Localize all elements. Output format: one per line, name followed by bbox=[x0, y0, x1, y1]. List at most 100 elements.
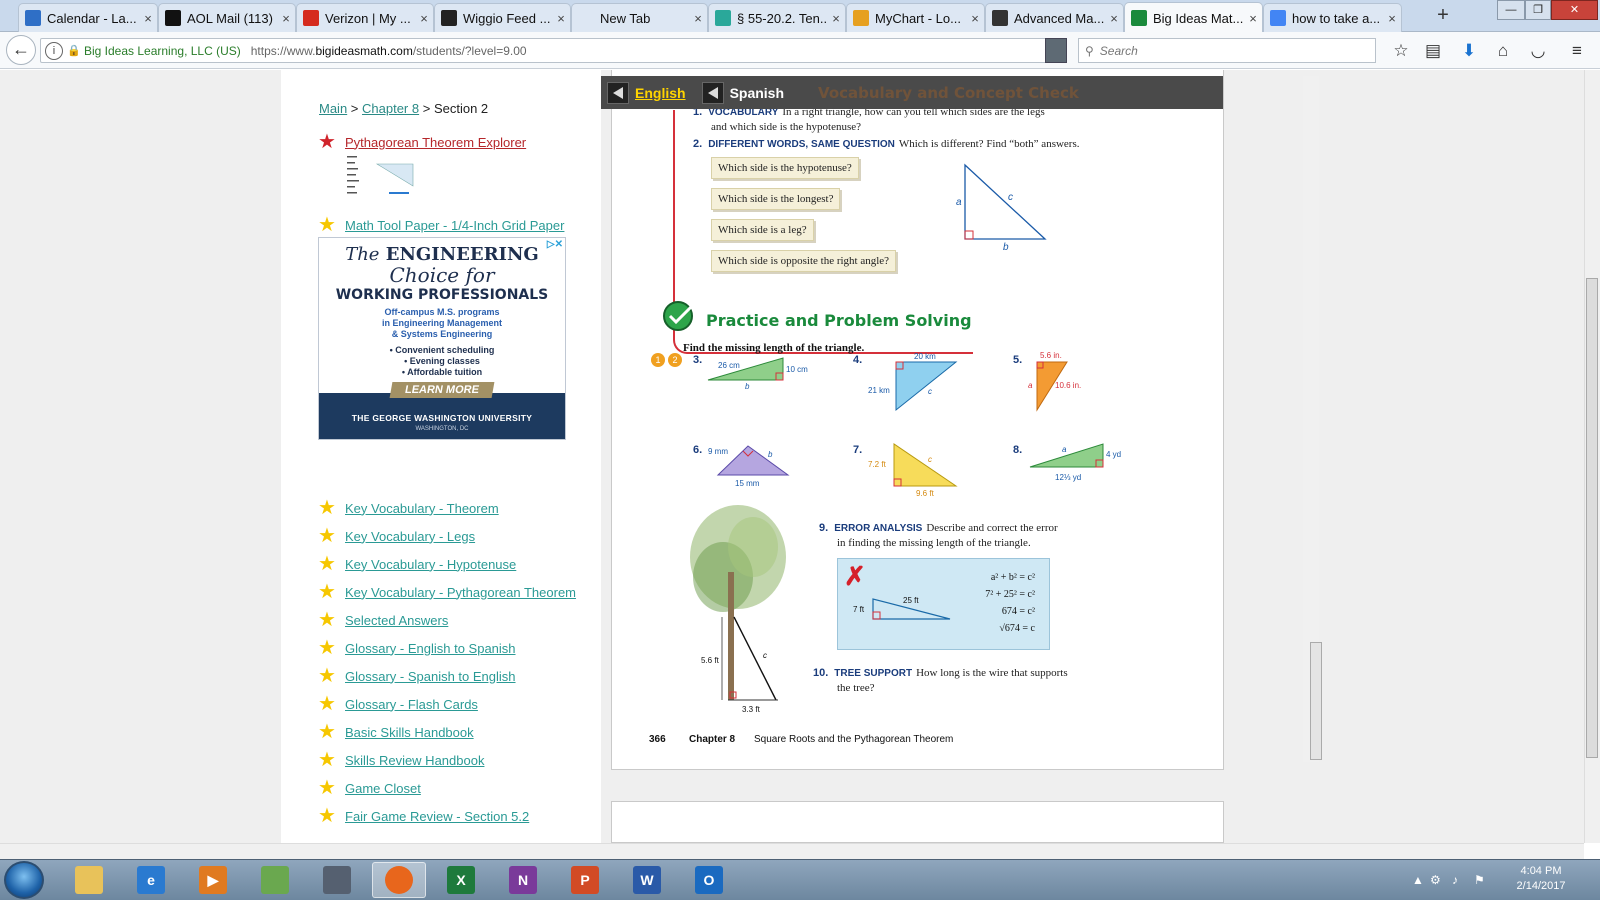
sidebar-link[interactable]: ★ Key Vocabulary - Theorem bbox=[317, 498, 499, 518]
taskbar-onenote[interactable]: N bbox=[496, 862, 550, 898]
browser-tab[interactable]: how to take a... × bbox=[1263, 3, 1402, 32]
taskbar-internet-explorer[interactable]: e bbox=[124, 862, 178, 898]
page-scrollbar-thumb[interactable] bbox=[1586, 278, 1598, 758]
sidebar-link-label[interactable]: Basic Skills Handbook bbox=[345, 725, 474, 740]
taskbar-word[interactable]: W bbox=[620, 862, 674, 898]
taskbar-media-player[interactable]: ▶ bbox=[186, 862, 240, 898]
sidebar-link[interactable]: ★ Basic Skills Handbook bbox=[317, 722, 474, 742]
breadcrumb-main-link[interactable]: Main bbox=[319, 101, 347, 116]
svg-text:c: c bbox=[763, 651, 767, 660]
menu-icon[interactable]: ≡ bbox=[1566, 40, 1588, 62]
sidebar-link[interactable]: ★ Key Vocabulary - Hypotenuse bbox=[317, 554, 516, 574]
browser-tab[interactable]: Calendar - La... × bbox=[18, 3, 158, 32]
browser-tab[interactable]: Big Ideas Mat... × bbox=[1124, 2, 1263, 33]
sidebar-link-label[interactable]: Key Vocabulary - Theorem bbox=[345, 501, 499, 516]
minimize-button[interactable]: — bbox=[1497, 0, 1525, 20]
sidebar-link-label[interactable]: Skills Review Handbook bbox=[345, 753, 484, 768]
flag-icon[interactable]: ⚑ bbox=[1474, 873, 1485, 887]
volume-icon[interactable]: ♪ bbox=[1452, 873, 1458, 887]
url-text[interactable]: https://www.bigideasmath.com/students/?l… bbox=[251, 44, 527, 58]
restore-button[interactable]: ❐ bbox=[1525, 0, 1551, 20]
adchoices-icon[interactable]: ▷✕ bbox=[547, 239, 563, 250]
sidebar-link[interactable]: ★ Key Vocabulary - Legs bbox=[317, 526, 475, 546]
tray-arrow-icon[interactable]: ▲ bbox=[1412, 873, 1424, 887]
start-button[interactable] bbox=[4, 861, 44, 899]
page-viewport: Main > Chapter 8 > Section 2 ★ Pythagore… bbox=[0, 70, 1584, 843]
spanish-audio-link[interactable]: Spanish bbox=[730, 85, 784, 101]
bookmark-star-icon[interactable]: ☆ bbox=[1390, 40, 1412, 62]
sidebar-link[interactable]: ★ Glossary - Flash Cards bbox=[317, 694, 478, 714]
browser-tab[interactable]: MyChart - Lo... × bbox=[846, 3, 985, 32]
reading-list-icon[interactable]: ▤ bbox=[1422, 40, 1444, 62]
taskbar-powerpoint[interactable]: P bbox=[558, 862, 612, 898]
tab-close-icon[interactable]: × bbox=[1105, 11, 1123, 26]
tab-close-icon[interactable]: × bbox=[415, 11, 433, 26]
tab-close-icon[interactable]: × bbox=[966, 11, 984, 26]
browser-tab[interactable]: § 55-20.2. Ten... × bbox=[708, 3, 846, 32]
system-clock[interactable]: 4:04 PM 2/14/2017 bbox=[1503, 864, 1579, 894]
sidebar-link-label[interactable]: Glossary - Flash Cards bbox=[345, 697, 478, 712]
sidebar-link[interactable]: ★ Glossary - Spanish to English bbox=[317, 666, 516, 686]
info-icon[interactable]: i bbox=[45, 41, 63, 60]
sidebar-link-label[interactable]: Glossary - Spanish to English bbox=[345, 669, 516, 684]
browser-tab[interactable]: Wiggio Feed ... × bbox=[434, 3, 571, 32]
sidebar-link-label[interactable]: Glossary - English to Spanish bbox=[345, 641, 516, 656]
tab-close-icon[interactable]: × bbox=[827, 11, 845, 26]
search-input[interactable]: ⚲ Search bbox=[1078, 38, 1376, 63]
sidebar-link-label[interactable]: Fair Game Review - Section 5.2 bbox=[345, 809, 529, 824]
close-window-button[interactable]: ✕ bbox=[1551, 0, 1598, 20]
taskbar-explorer[interactable] bbox=[62, 862, 116, 898]
sidebar-link-label[interactable]: Game Closet bbox=[345, 781, 421, 796]
taskbar-network[interactable] bbox=[248, 862, 302, 898]
pocket-icon[interactable]: ◡ bbox=[1527, 40, 1549, 62]
home-icon[interactable]: ⌂ bbox=[1492, 40, 1514, 62]
breadcrumb-chapter-link[interactable]: Chapter 8 bbox=[362, 101, 419, 116]
sidebar-link[interactable]: ★ Key Vocabulary - Pythagorean Theorem bbox=[317, 582, 576, 602]
taskbar-firefox[interactable] bbox=[372, 862, 426, 898]
download-icon[interactable]: ⬇ bbox=[1458, 40, 1480, 62]
mychart-icon bbox=[853, 10, 869, 26]
taskbar-drive[interactable] bbox=[310, 862, 364, 898]
link-grid-paper[interactable]: ★ Math Tool Paper - 1/4-Inch Grid Paper bbox=[317, 215, 564, 235]
sidebar-link-label[interactable]: Key Vocabulary - Legs bbox=[345, 529, 475, 544]
new-tab-button[interactable]: + bbox=[1432, 5, 1454, 27]
browser-tab[interactable]: New Tab × bbox=[571, 3, 708, 32]
tab-close-icon[interactable]: × bbox=[552, 11, 570, 26]
browser-tab[interactable]: AOL Mail (113) × bbox=[158, 3, 296, 32]
ad-learn-more-button[interactable]: LEARN MORE bbox=[389, 382, 495, 398]
sidebar-link[interactable]: ★ Fair Game Review - Section 5.2 bbox=[317, 806, 529, 826]
back-button[interactable]: ← bbox=[6, 35, 36, 65]
browser-tab[interactable]: Advanced Ma... × bbox=[985, 3, 1124, 32]
page-action-icon[interactable] bbox=[1045, 38, 1067, 63]
option-hypotenuse: Which side is the hypotenuse? bbox=[711, 157, 859, 179]
speaker-english-icon[interactable] bbox=[607, 81, 629, 104]
tab-close-icon[interactable]: × bbox=[1383, 11, 1401, 26]
tab-close-icon[interactable]: × bbox=[689, 11, 707, 26]
sidebar-link[interactable]: ★ Selected Answers bbox=[317, 610, 448, 630]
tab-close-icon[interactable]: × bbox=[1244, 11, 1262, 26]
chapter-title: Square Roots and the Pythagorean Theorem bbox=[754, 734, 954, 745]
taskbar-outlook[interactable]: O bbox=[682, 862, 736, 898]
explorer-thumbnail[interactable] bbox=[343, 152, 423, 202]
sidebar-link[interactable]: ★ Glossary - English to Spanish bbox=[317, 638, 516, 658]
link-pythagorean-explorer[interactable]: ★ Pythagorean Theorem Explorer bbox=[317, 132, 526, 152]
sidebar-link[interactable]: ★ Skills Review Handbook bbox=[317, 750, 484, 770]
book-scrollbar-thumb[interactable] bbox=[1310, 642, 1322, 760]
sidebar-link-label[interactable]: Key Vocabulary - Pythagorean Theorem bbox=[345, 585, 576, 600]
tab-close-icon[interactable]: × bbox=[277, 11, 295, 26]
advertisement[interactable]: ▷✕ The ENGINEERING Choice for WORKING PR… bbox=[318, 237, 566, 440]
browser-tab[interactable]: Verizon | My ... × bbox=[296, 3, 434, 32]
sidebar-link-label[interactable]: Selected Answers bbox=[345, 613, 448, 628]
page-horizontal-scrollbar[interactable] bbox=[0, 843, 1584, 859]
sidebar-link-label[interactable]: Key Vocabulary - Hypotenuse bbox=[345, 557, 516, 572]
speaker-spanish-icon[interactable] bbox=[701, 81, 724, 104]
sidebar-link[interactable]: ★ Game Closet bbox=[317, 778, 421, 798]
svg-text:7.2 ft: 7.2 ft bbox=[868, 460, 887, 469]
navigation-bar: ← i 🔒 Big Ideas Learning, LLC (US) https… bbox=[0, 32, 1600, 69]
taskbar-excel[interactable]: X bbox=[434, 862, 488, 898]
english-audio-link[interactable]: English bbox=[635, 85, 686, 101]
tab-close-icon[interactable]: × bbox=[139, 11, 157, 26]
network-icon[interactable]: ⚙ bbox=[1430, 873, 1441, 887]
site-identity[interactable]: Big Ideas Learning, LLC (US) bbox=[84, 44, 241, 58]
url-bar[interactable]: i 🔒 Big Ideas Learning, LLC (US) https:/… bbox=[40, 38, 1064, 63]
